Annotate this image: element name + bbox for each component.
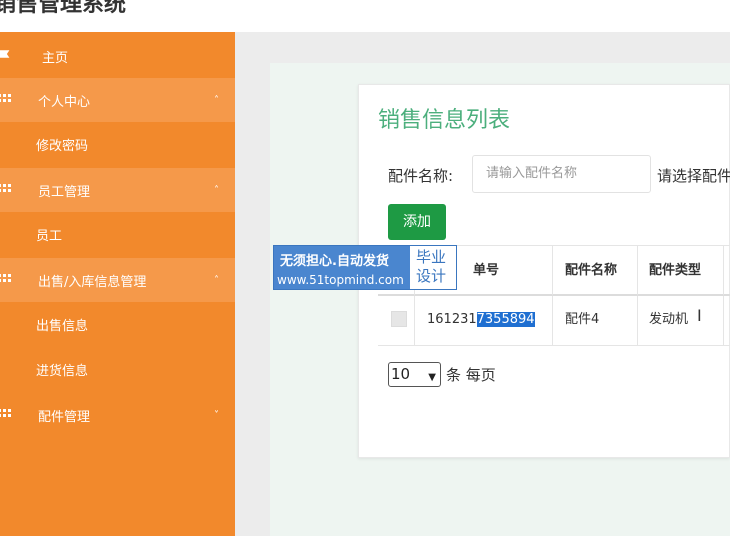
sidebar-group-employee-management[interactable]: 员工管理 ˄ xyxy=(0,168,235,212)
top-bar: 销售管理系统 xyxy=(0,0,730,32)
sidebar-group-parts-management[interactable]: 配件管理 ˅ xyxy=(0,393,235,437)
sidebar-item-sales-info[interactable]: 出售信息 xyxy=(0,315,235,335)
text-cursor-icon: I xyxy=(697,306,702,325)
filter-label: 配件名称: xyxy=(388,167,454,185)
chevron-down-icon: ˅ xyxy=(214,409,219,421)
grid-icon xyxy=(0,409,11,417)
sidebar-item-label: 员工管理 xyxy=(38,184,91,200)
part-type-select[interactable]: 请选择配件 xyxy=(657,165,730,186)
page-size-select[interactable]: 10 ▼ xyxy=(388,361,441,387)
table-header-part-name: 配件名称 xyxy=(553,246,638,296)
row-checkbox[interactable] xyxy=(391,311,407,327)
sidebar-item-label: 进货信息 xyxy=(36,364,89,379)
watermark-banner[interactable]: 无须担心.自动发货 www.51topmind.com 毕业 设计 xyxy=(273,245,457,290)
sidebar: 主页 个人中心 ˄ 修改密码 员工管理 ˄ 员工 出售/入库信息管理 ˄ 出售信… xyxy=(0,32,235,536)
flag-icon xyxy=(0,50,10,58)
sidebar-group-sales-stock[interactable]: 出售/入库信息管理 ˄ xyxy=(0,258,235,302)
watermark-text: 无须担心.自动发货 www.51topmind.com xyxy=(277,254,404,287)
table-header-more xyxy=(724,246,730,296)
sidebar-item-label: 配件管理 xyxy=(38,409,91,425)
chevron-down-icon: ▼ xyxy=(428,371,436,383)
page-size-label: 条 每页 xyxy=(446,365,496,384)
grid-icon xyxy=(0,274,11,282)
grid-icon xyxy=(0,94,11,102)
app-title: 销售管理系统 xyxy=(0,0,127,17)
table-cell-order-no: 1612317355894 xyxy=(415,296,553,346)
selected-text: 7355894 xyxy=(476,312,535,327)
sidebar-item-label: 修改密码 xyxy=(36,139,89,154)
pager: 10 ▼ 条 每页 xyxy=(388,361,496,387)
sidebar-item-label: 出售/入库信息管理 xyxy=(38,274,147,290)
table-header-part-type: 配件类型 xyxy=(638,246,724,296)
sidebar-item-label: 个人中心 xyxy=(38,94,91,110)
watermark-badge: 毕业 设计 xyxy=(410,246,456,289)
sidebar-item-label: 主页 xyxy=(42,50,69,66)
table-cell-more xyxy=(724,296,730,346)
page-title: 销售信息列表 xyxy=(378,108,511,133)
sidebar-item-label: 出售信息 xyxy=(36,319,89,334)
grid-icon xyxy=(0,184,11,192)
chevron-up-icon: ˄ xyxy=(214,274,219,286)
sidebar-item-label: 员工 xyxy=(36,229,63,244)
add-button[interactable]: 添加 xyxy=(388,204,446,240)
table-row-select-cell xyxy=(378,296,415,346)
table-cell-part-type: 发动机 xyxy=(638,296,724,346)
sidebar-item-purchase-info[interactable]: 进货信息 xyxy=(0,360,235,380)
chevron-up-icon: ˄ xyxy=(214,94,219,106)
chevron-up-icon: ˄ xyxy=(214,184,219,196)
sidebar-item-change-password[interactable]: 修改密码 xyxy=(0,135,235,155)
sidebar-item-home[interactable]: 主页 xyxy=(0,34,235,78)
sidebar-item-employee[interactable]: 员工 xyxy=(0,225,235,245)
table-cell-part-name: 配件4 xyxy=(553,296,638,346)
sidebar-group-personal-center[interactable]: 个人中心 ˄ xyxy=(0,78,235,122)
part-name-search-input[interactable]: 请输入配件名称 xyxy=(472,155,651,193)
